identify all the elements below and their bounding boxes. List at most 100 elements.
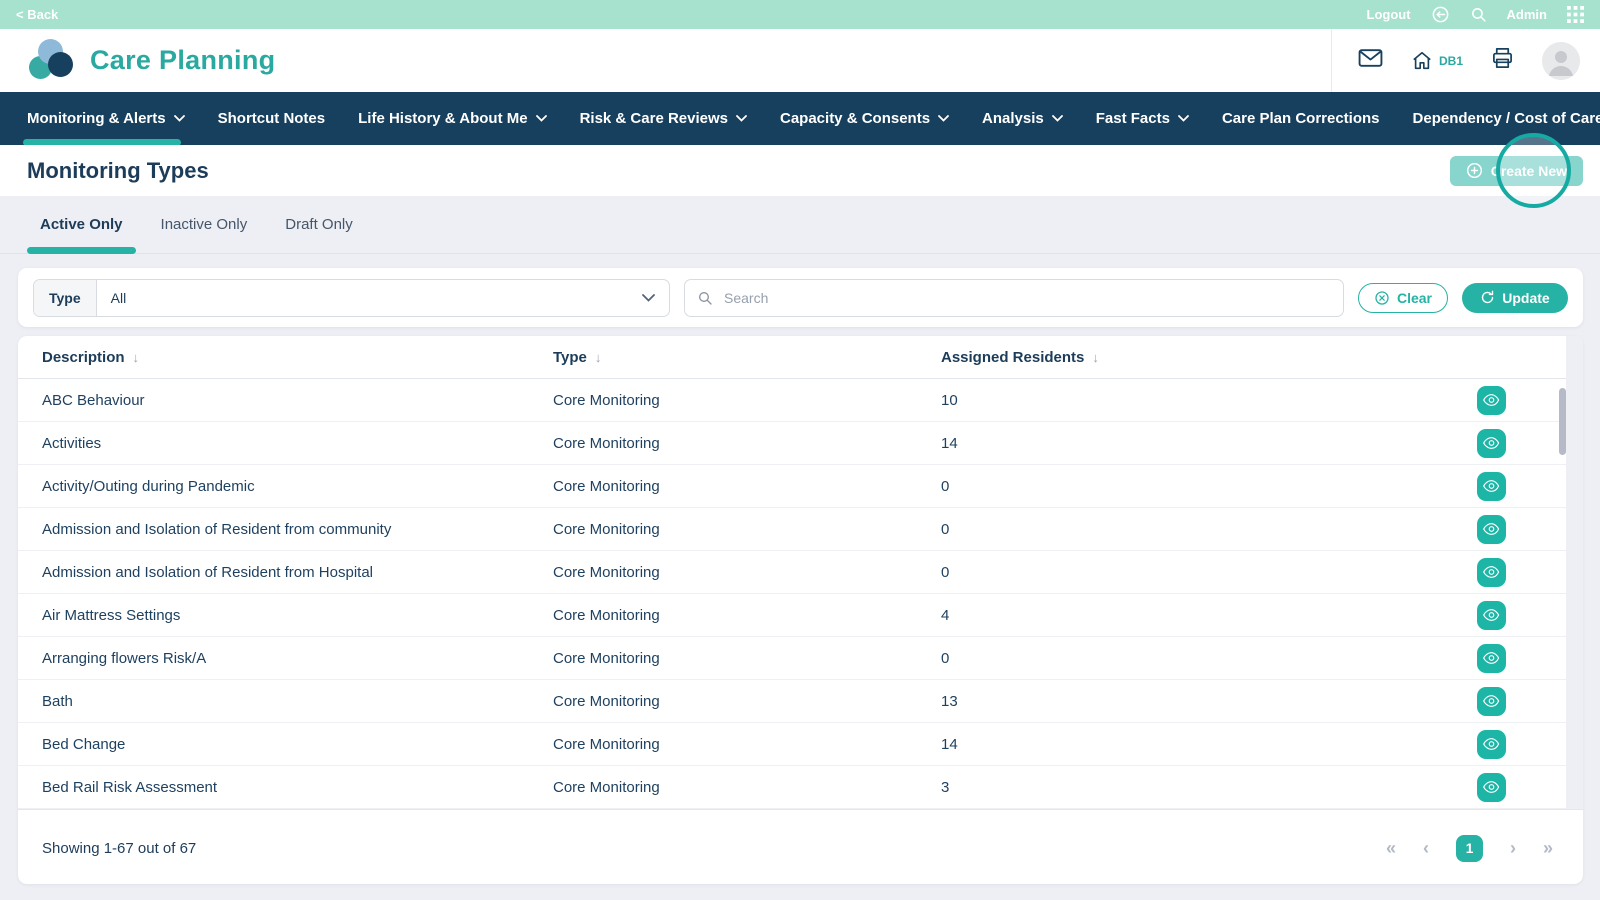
type-select[interactable]: Type All [33, 279, 670, 317]
update-button[interactable]: Update [1462, 283, 1568, 313]
cell-type: Core Monitoring [553, 650, 941, 667]
app-header: Care Planning DB1 [0, 29, 1600, 92]
main-navigation: Monitoring & Alerts Shortcut Notes Life Hi… [0, 92, 1600, 145]
eye-icon [1483, 608, 1500, 622]
column-header-assigned-residents[interactable]: Assigned Residents↓ [941, 349, 1466, 366]
nav-item-label: Life History & About Me [358, 110, 527, 127]
eye-icon [1483, 479, 1500, 493]
logout-icon[interactable] [1431, 5, 1450, 24]
current-page-button[interactable]: 1 [1456, 835, 1483, 862]
cell-description: Admission and Isolation of Resident from… [42, 521, 553, 538]
eye-icon [1483, 651, 1500, 665]
nav-item-label: Capacity & Consents [780, 110, 930, 127]
cell-description: Air Mattress Settings [42, 607, 553, 624]
tab-inactive-only[interactable]: Inactive Only [161, 196, 248, 253]
update-label: Update [1502, 290, 1549, 306]
next-page-button[interactable]: › [1510, 839, 1516, 857]
column-header-description[interactable]: Description ↓ [42, 349, 553, 366]
tab-label: Draft Only [285, 216, 353, 233]
back-button[interactable]: < Back [16, 7, 58, 22]
view-button[interactable] [1477, 429, 1506, 458]
cell-actions [1466, 472, 1506, 501]
system-top-bar-right: Logout Admin [1367, 5, 1585, 24]
vertical-scrollbar-thumb[interactable] [1559, 388, 1566, 455]
previous-page-button[interactable]: ‹ [1423, 839, 1429, 857]
cell-type: Core Monitoring [553, 564, 941, 581]
chevron-down-icon [536, 115, 547, 122]
column-header-label: Description [42, 349, 125, 366]
scrollbar-gutter [1566, 336, 1583, 808]
back-label: < Back [16, 7, 58, 22]
nav-item-shortcut-notes[interactable]: Shortcut Notes [218, 92, 326, 145]
table-row: Activity/Outing during PandemicCore Moni… [18, 465, 1583, 508]
first-page-button[interactable]: « [1386, 839, 1396, 857]
nav-item-care-plan-corrections[interactable]: Care Plan Corrections [1222, 92, 1380, 145]
nav-item-capacity-consents[interactable]: Capacity & Consents [780, 92, 949, 145]
eye-icon [1483, 737, 1500, 751]
cell-type: Core Monitoring [553, 478, 941, 495]
cell-actions [1466, 558, 1506, 587]
pagination: « ‹ 1 › » [1386, 835, 1553, 862]
cell-type: Core Monitoring [553, 392, 941, 409]
logout-button[interactable]: Logout [1367, 7, 1411, 22]
eye-icon [1483, 780, 1500, 794]
last-page-button[interactable]: » [1543, 839, 1553, 857]
chevron-down-icon [174, 115, 185, 122]
nav-item-label: Care Plan Corrections [1222, 110, 1380, 127]
sort-arrow-icon: ↓ [1092, 350, 1099, 365]
tab-draft-only[interactable]: Draft Only [285, 196, 353, 253]
print-icon[interactable] [1491, 47, 1514, 74]
create-new-button[interactable]: Create New [1450, 156, 1583, 186]
clear-button[interactable]: Clear [1358, 283, 1448, 313]
tab-label: Active Only [40, 216, 123, 233]
filter-tabs: Active Only Inactive Only Draft Only [0, 196, 1600, 254]
apps-grid-icon[interactable] [1567, 6, 1584, 23]
page-title: Monitoring Types [27, 158, 209, 184]
user-avatar[interactable] [1542, 42, 1580, 80]
table-header-row: Description ↓ Type↓Assigned Residents↓ [18, 336, 1583, 379]
cell-actions [1466, 515, 1506, 544]
nav-item-label: Dependency / Cost of Care [1413, 110, 1600, 127]
search-input[interactable] [722, 289, 1331, 307]
nav-item-label: Fast Facts [1096, 110, 1170, 127]
app-logo-icon [28, 39, 76, 83]
results-count: Showing 1-67 out of 67 [42, 840, 196, 857]
chevron-down-icon [736, 115, 747, 122]
view-button[interactable] [1477, 644, 1506, 673]
cell-actions [1466, 429, 1506, 458]
mail-icon[interactable] [1358, 48, 1383, 73]
table-body: ABC BehaviourCore Monitoring10Activities… [18, 379, 1583, 809]
table-row: Air Mattress SettingsCore Monitoring4 [18, 594, 1583, 637]
nav-item-fast-facts[interactable]: Fast Facts [1096, 92, 1189, 145]
table-row: Bed ChangeCore Monitoring14 [18, 723, 1583, 766]
tab-label: Inactive Only [161, 216, 248, 233]
search-icon[interactable] [1470, 6, 1487, 23]
cell-type: Core Monitoring [553, 693, 941, 710]
app-root: < Back Logout Admin [0, 0, 1600, 900]
cell-assigned-residents: 0 [941, 650, 1466, 667]
view-button[interactable] [1477, 472, 1506, 501]
view-button[interactable] [1477, 515, 1506, 544]
nav-item-monitoring-alerts[interactable]: Monitoring & Alerts [27, 92, 185, 145]
cell-actions [1466, 773, 1506, 802]
view-button[interactable] [1477, 773, 1506, 802]
view-button[interactable] [1477, 558, 1506, 587]
nav-item-risk-care-reviews[interactable]: Risk & Care Reviews [580, 92, 747, 145]
tab-active-only[interactable]: Active Only [40, 196, 123, 253]
nav-item-life-history-about-me[interactable]: Life History & About Me [358, 92, 546, 145]
view-button[interactable] [1477, 601, 1506, 630]
cell-assigned-residents: 0 [941, 478, 1466, 495]
view-button[interactable] [1477, 687, 1506, 716]
chevron-down-icon [1178, 115, 1189, 122]
view-button[interactable] [1477, 730, 1506, 759]
view-button[interactable] [1477, 386, 1506, 415]
column-header-type[interactable]: Type↓ [553, 349, 941, 366]
table-row: Bed Rail Risk AssessmentCore Monitoring3 [18, 766, 1583, 809]
sort-arrow-icon: ↓ [133, 350, 140, 365]
nav-item-analysis[interactable]: Analysis [982, 92, 1063, 145]
admin-menu[interactable]: Admin [1507, 7, 1547, 22]
nav-item-dependency-cost-of-care[interactable]: Dependency / Cost of Care [1413, 92, 1600, 145]
cell-description: Activity/Outing during Pandemic [42, 478, 553, 495]
cell-description: Bed Change [42, 736, 553, 753]
home-db-button[interactable]: DB1 [1411, 50, 1463, 71]
